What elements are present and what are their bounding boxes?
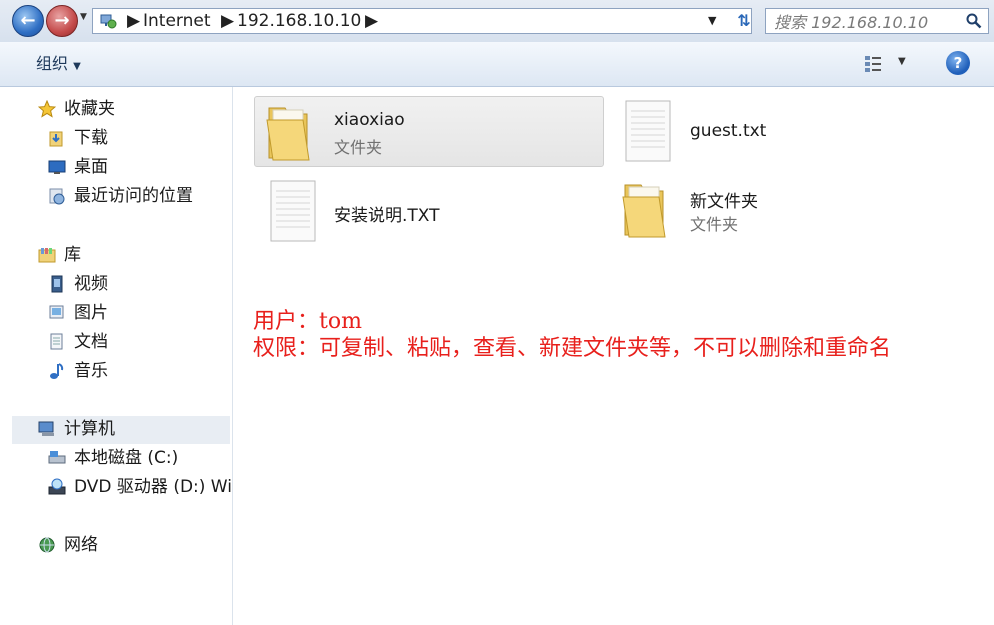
annotation-permission-line: 权限：可复制、粘贴，查看、新建文件夹等，不可以删除和重命名 [253,336,892,361]
command-bar: 组织 ▼ ▼ ? [0,42,994,87]
history-dropdown-icon[interactable]: ▼ [80,12,87,22]
search-input[interactable] [772,10,966,34]
text-file-icon [270,180,316,242]
music-icon [50,363,64,379]
breadcrumb-internet[interactable]: Internet [143,9,211,33]
refresh-button[interactable]: ⇅ [732,8,756,34]
file-name: xiaoxiao [334,110,405,130]
view-options-icon [865,56,881,72]
file-item-install-notes[interactable]: 安装说明.TXT [268,179,598,245]
address-field[interactable]: ▶ Internet ▶ 192.168.10.10 ▶ ▼ [92,8,752,34]
desktop-icon [48,160,66,174]
libraries-icon [38,248,56,263]
network-location-icon [100,14,117,29]
nav-computer-label: 计算机 [64,419,115,439]
star-icon [38,100,56,118]
file-item-xiaoxiao[interactable]: xiaoxiao 文件夹 [263,100,603,164]
help-button[interactable]: ? [946,51,970,75]
annotation-text: 用户：tom 权限：可复制、粘贴，查看、新建文件夹等，不可以删除和重命名 [253,308,891,362]
folder-icon [622,184,666,238]
text-file-icon [625,100,671,162]
nav-item-label: DVD 驱动器 (D:) Win [74,477,233,497]
organize-label: 组织 [36,54,69,73]
search-icon[interactable] [966,13,982,29]
nav-item-label: 图片 [74,303,108,323]
breadcrumb-host[interactable]: 192.168.10.10 [237,9,361,33]
refresh-icon: ⇅ [737,11,751,30]
help-icon: ? [953,54,963,72]
file-name: 新文件夹 [690,192,758,212]
nav-item-label: 视频 [74,274,108,294]
videos-icon [51,275,63,293]
pictures-icon [49,305,64,319]
nav-item-label: 下载 [74,128,108,148]
breadcrumb-chevron-icon[interactable]: ▶ [221,9,234,33]
nav-item-label: 本地磁盘 (C:) [74,448,179,468]
hard-drive-icon [48,451,66,464]
downloads-folder-icon [49,131,63,147]
chevron-down-icon: ▼ [898,56,906,67]
nav-libraries-label: 库 [64,245,81,265]
address-bar-area: ← → ▼ ▶ Internet ▶ 192.168.10.10 ▶ ▼ ⇅ [0,0,994,42]
forward-arrow-icon: → [54,10,70,31]
nav-item-label: 最近访问的位置 [74,186,193,206]
network-icon [39,537,55,553]
nav-item-label: 音乐 [74,361,108,381]
nav-item-label: 文档 [74,332,108,352]
chevron-down-icon: ▼ [73,61,81,72]
file-type: 文件夹 [334,138,383,157]
breadcrumb-chevron-icon[interactable]: ▶ [127,9,140,33]
file-name: 安装说明.TXT [334,206,440,226]
breadcrumb-chevron-icon[interactable]: ▶ [365,9,378,33]
recent-places-icon [49,188,65,205]
computer-icon [38,421,54,436]
nav-favorites-label: 收藏夹 [64,99,115,119]
forward-button[interactable]: → [46,5,78,37]
file-type: 文件夹 [690,215,739,234]
organize-button[interactable]: 组织 ▼ [30,52,87,76]
documents-icon [50,333,63,350]
change-view-button[interactable]: ▼ [862,52,912,76]
dvd-drive-icon [48,478,66,495]
folder-icon [266,107,310,161]
file-item-new-folder[interactable]: 新文件夹 文件夹 [619,177,939,243]
nav-item-label: 桌面 [74,157,108,177]
nav-network-label: 网络 [64,535,98,555]
navigation-pane: 收藏夹 下载 桌面 最近访问的位置 库 视频 图片 文档 音乐 计算机 本地磁盘 [0,87,233,625]
file-name: guest.txt [690,121,767,141]
search-box[interactable] [765,8,989,34]
address-dropdown-icon[interactable]: ▼ [708,9,716,33]
back-arrow-icon: ← [20,10,36,31]
file-item-guest-txt[interactable]: guest.txt [623,99,943,165]
annotation-user-line: 用户：tom [253,309,362,334]
back-button[interactable]: ← [12,5,44,37]
